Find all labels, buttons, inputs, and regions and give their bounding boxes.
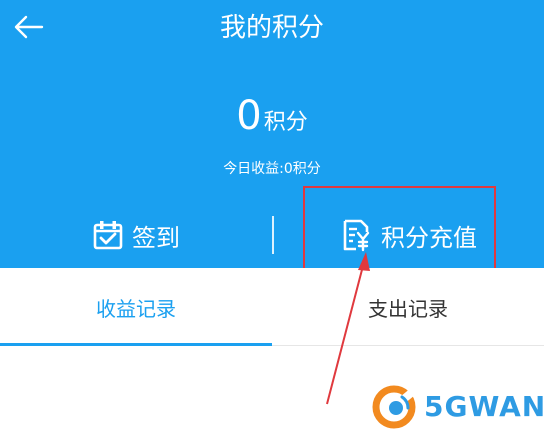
watermark-text: 5GWAN xyxy=(424,389,544,423)
5gwan-logo-icon xyxy=(372,385,419,429)
annotation-arrow xyxy=(326,252,370,405)
watermark-logo: 5GWAN xyxy=(372,382,544,430)
